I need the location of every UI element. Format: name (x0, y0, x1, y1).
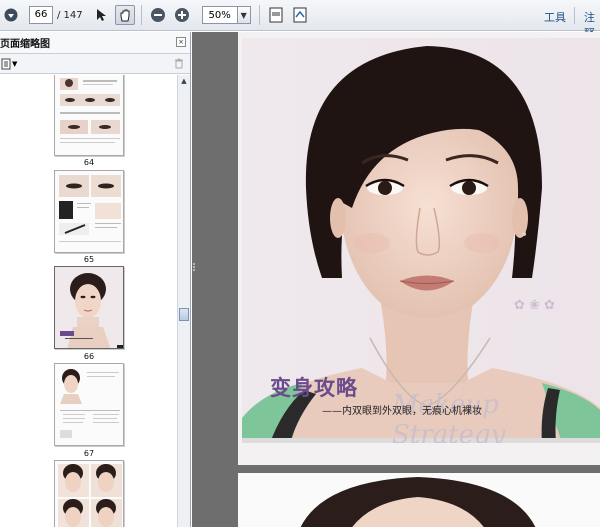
document-page (238, 473, 600, 527)
toolbar-separator (258, 5, 260, 25)
thumbnail-list: 64 65 66 67 (0, 75, 177, 527)
page-thumbnail[interactable] (54, 460, 124, 527)
toolbar-separator (140, 5, 142, 25)
document-view[interactable]: ✿ ❀ ✿ Makeup Strategy 变身攻略 ——内双眼到外双眼，无痕心… (192, 32, 600, 527)
scroll-up-icon[interactable]: ▲ (178, 75, 190, 87)
options-menu-button[interactable]: ▼ (1, 58, 17, 70)
plus-circle-icon (174, 8, 189, 22)
zoom-in-button[interactable] (172, 5, 192, 25)
select-tool-button[interactable] (91, 5, 111, 25)
fit-width-button[interactable] (290, 5, 310, 25)
down-arrow-icon (4, 8, 18, 22)
page-number-input[interactable]: 66 (29, 6, 53, 24)
fit-page-button[interactable] (266, 5, 286, 25)
banner-subtitle: ——内双眼到外双眼，无痕心机裸妆 (322, 406, 482, 417)
close-panel-icon[interactable]: × (176, 37, 186, 47)
fit-page-icon (269, 7, 283, 23)
page-thumbnail[interactable] (54, 75, 124, 156)
zoom-value: 50% (208, 9, 231, 21)
hand-icon (120, 9, 130, 22)
thumbnail-label: 65 (83, 255, 95, 264)
cursor-icon (96, 9, 106, 21)
page-image: ✿ ❀ ✿ Makeup Strategy 变身攻略 ——内双眼到外双眼，无痕心… (242, 38, 600, 443)
thumbnail-image (55, 267, 123, 348)
panel-title: 页面缩略图 (0, 39, 50, 50)
document-page: ✿ ❀ ✿ Makeup Strategy 变身攻略 ——内双眼到外双眼，无痕心… (238, 32, 600, 465)
page-total: / 147 (57, 9, 83, 21)
thumbnail-image (55, 75, 123, 155)
page-thumbnail[interactable] (54, 170, 124, 253)
trash-icon[interactable] (174, 58, 184, 69)
toolbar-separator (574, 7, 575, 24)
thumbnail-label: 64 (83, 158, 95, 167)
tools-link[interactable]: 工具 (544, 9, 566, 25)
thumbnail-label: 67 (83, 449, 95, 458)
fit-width-icon (293, 7, 307, 23)
hand-tool-button[interactable] (114, 5, 135, 25)
thumbnail-scrollbar[interactable]: ▲ (177, 75, 190, 527)
watermark-text: ✿ ❀ ✿ (514, 298, 555, 313)
options-icon (1, 58, 11, 69)
next-page-preview (238, 473, 600, 527)
thumbnail-label: 66 (83, 352, 95, 361)
panel-resize-grip[interactable] (192, 262, 196, 272)
toolbar: 66 / 147 50% ▼ 工具 注释 (0, 0, 600, 40)
thumbnails-panel: 页面缩略图 × ▼ 64 65 66 67 ▲ (0, 32, 191, 527)
zoom-select[interactable]: 50% ▼ (201, 6, 251, 24)
zoom-out-button[interactable] (148, 5, 168, 25)
page-thumbnail[interactable] (54, 266, 124, 349)
thumbnail-image (55, 364, 123, 445)
chevron-down-icon[interactable]: ▼ (236, 7, 250, 23)
thumbnail-image (55, 171, 123, 252)
thumbnail-image (55, 461, 123, 527)
next-page-button[interactable] (1, 5, 21, 25)
banner-title: 变身攻略 (270, 375, 358, 400)
page-thumbnail[interactable] (54, 363, 124, 446)
panel-toolbar: ▼ (0, 54, 190, 74)
scrollbar-thumb[interactable] (179, 308, 189, 321)
chevron-down-icon: ▼ (12, 59, 18, 68)
minus-circle-icon (150, 8, 165, 22)
panel-header: 页面缩略图 × (0, 32, 190, 54)
